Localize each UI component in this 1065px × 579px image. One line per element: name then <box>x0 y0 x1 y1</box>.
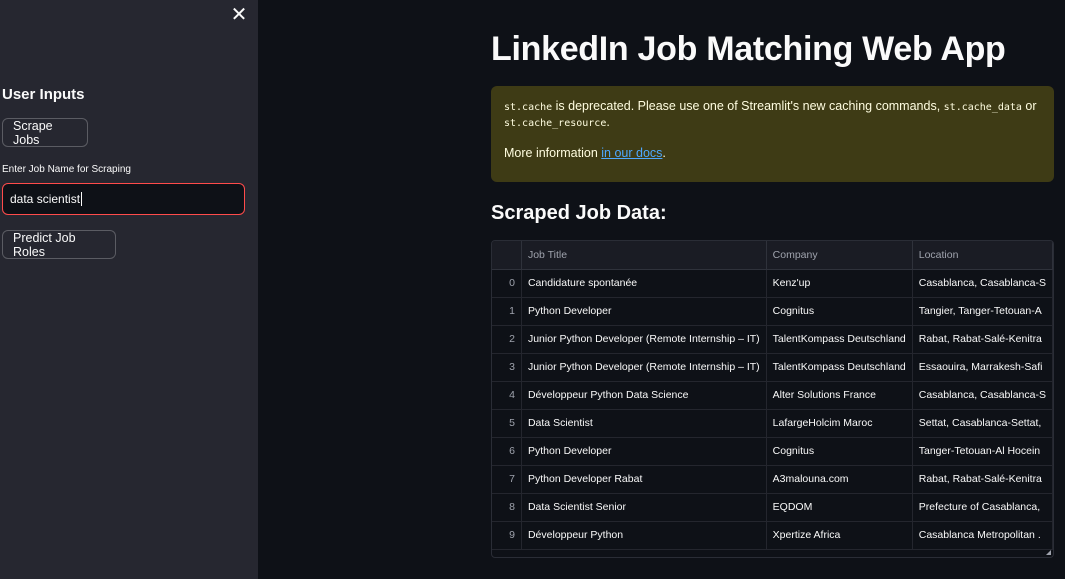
section-title: Scraped Job Data: <box>491 202 667 224</box>
row-index-cell[interactable]: 3 <box>492 353 522 382</box>
page-title: LinkedIn Job Matching Web App <box>491 30 1006 68</box>
company-cell[interactable]: LafargeHolcim Maroc <box>766 409 913 438</box>
job-title-cell[interactable]: Junior Python Developer (Remote Internsh… <box>521 353 767 382</box>
company-cell[interactable]: Cognitus <box>766 437 913 466</box>
job-title-cell[interactable]: Python Developer <box>521 437 767 466</box>
warning-text-or: or <box>1021 99 1037 113</box>
location-cell[interactable]: Casablanca, Casablanca-S <box>912 381 1053 410</box>
row-index-cell[interactable]: 8 <box>492 493 522 522</box>
job-title-cell[interactable]: Python Developer Rabat <box>521 465 767 494</box>
location-cell[interactable]: Prefecture of Casablanca, <box>912 493 1053 522</box>
row-index-cell[interactable]: 5 <box>492 409 522 438</box>
row-index-cell[interactable]: 4 <box>492 381 522 410</box>
warning-period: . <box>606 115 610 129</box>
job-title-cell[interactable]: Data Scientist Senior <box>521 493 767 522</box>
row-index-cell[interactable]: 2 <box>492 325 522 354</box>
sidebar-title: User Inputs <box>2 86 85 103</box>
predict-job-roles-button[interactable]: Predict Job Roles <box>2 230 116 259</box>
company-cell[interactable]: Cognitus <box>766 297 913 326</box>
scrape-jobs-button[interactable]: Scrape Jobs <box>2 118 88 147</box>
location-cell[interactable]: Casablanca, Casablanca-S <box>912 269 1053 298</box>
warning-code-cache-data: st.cache_data <box>943 102 1022 113</box>
column-header-job-title[interactable]: Job Title <box>521 241 767 270</box>
sidebar: ✕ User Inputs Scrape Jobs Enter Job Name… <box>0 0 258 579</box>
location-cell[interactable]: Settat, Casablanca-Settat, <box>912 409 1053 438</box>
warning-code-cache: st.cache <box>504 102 553 113</box>
resize-handle-icon[interactable] <box>1046 550 1051 555</box>
job-data-table[interactable]: Job Title Company Location 0 Candidature … <box>491 240 1054 558</box>
table-row[interactable]: 2 Junior Python Developer (Remote Interns… <box>492 325 1053 354</box>
table-row[interactable]: 1 Python Developer Cognitus Tangier, Tanger… <box>492 297 1053 326</box>
table-row[interactable]: 4 Développeur Python Data Science Alter So… <box>492 381 1053 410</box>
table-header-row: Job Title Company Location <box>492 241 1053 270</box>
company-cell[interactable]: TalentKompass Deutschland <box>766 353 913 382</box>
row-index-cell[interactable]: 1 <box>492 297 522 326</box>
table-row[interactable]: 0 Candidature spontanée Kenz'up Casablanca,… <box>492 269 1053 298</box>
warning-line-2: st.cache_resource. <box>504 115 1041 129</box>
company-cell[interactable]: EQDOM <box>766 493 913 522</box>
warning-text: is deprecated. Please use one of Streaml… <box>552 99 944 113</box>
job-table: Job Title Company Location 0 Candidature … <box>492 241 1053 550</box>
warning-more-info: More information in our docs. <box>504 146 1041 160</box>
text-caret <box>81 192 83 206</box>
job-name-input-value: data scientist <box>10 192 81 206</box>
company-cell[interactable]: TalentKompass Deutschland <box>766 325 913 354</box>
job-title-cell[interactable]: Data Scientist <box>521 409 767 438</box>
table-row[interactable]: 7 Python Developer Rabat A3malouna.com Raba… <box>492 465 1053 494</box>
job-name-input[interactable]: data scientist <box>2 183 245 215</box>
close-icon[interactable]: ✕ <box>229 5 249 25</box>
location-cell[interactable]: Tanger-Tetouan-Al Hocein <box>912 437 1053 466</box>
job-name-label: Enter Job Name for Scraping <box>2 164 131 175</box>
location-cell[interactable]: Rabat, Rabat-Salé-Kenitra <box>912 325 1053 354</box>
warning-code-cache-resource: st.cache_resource <box>504 118 607 129</box>
table-row[interactable]: 5 Data Scientist LafargeHolcim Maroc Settat… <box>492 409 1053 438</box>
company-cell[interactable]: A3malouna.com <box>766 465 913 494</box>
row-index-cell[interactable]: 6 <box>492 437 522 466</box>
row-index-cell[interactable]: 7 <box>492 465 522 494</box>
location-cell[interactable]: Tangier, Tanger-Tetouan-A <box>912 297 1053 326</box>
location-cell[interactable]: Essaouira, Marrakesh-Safi <box>912 353 1053 382</box>
job-title-cell[interactable]: Développeur Python Data Science <box>521 381 767 410</box>
more-info-period: . <box>662 146 666 160</box>
job-title-cell[interactable]: Candidature spontanée <box>521 269 767 298</box>
table-row[interactable]: 6 Python Developer Cognitus Tanger-Tetouan-… <box>492 437 1053 466</box>
job-title-cell[interactable]: Python Developer <box>521 297 767 326</box>
column-header-location[interactable]: Location <box>912 241 1053 270</box>
more-info-text: More information <box>504 146 602 160</box>
docs-link[interactable]: in our docs <box>601 146 662 160</box>
company-cell[interactable]: Xpertize Africa <box>766 521 913 550</box>
table-row[interactable]: 8 Data Scientist Senior EQDOM Prefecture of… <box>492 493 1053 522</box>
table-row[interactable]: 9 Développeur Python Xpertize Africa Casabl… <box>492 521 1053 550</box>
job-title-cell[interactable]: Développeur Python <box>521 521 767 550</box>
company-cell[interactable]: Kenz'up <box>766 269 913 298</box>
column-header-index[interactable] <box>492 241 522 270</box>
table-row[interactable]: 3 Junior Python Developer (Remote Interns… <box>492 353 1053 382</box>
job-title-cell[interactable]: Junior Python Developer (Remote Internsh… <box>521 325 767 354</box>
company-cell[interactable]: Alter Solutions France <box>766 381 913 410</box>
warning-line: st.cache is deprecated. Please use one o… <box>504 99 1041 113</box>
location-cell[interactable]: Rabat, Rabat-Salé-Kenitra <box>912 465 1053 494</box>
row-index-cell[interactable]: 9 <box>492 521 522 550</box>
row-index-cell[interactable]: 0 <box>492 269 522 298</box>
column-header-company[interactable]: Company <box>766 241 913 270</box>
location-cell[interactable]: Casablanca Metropolitan . <box>912 521 1053 550</box>
deprecation-warning: st.cache is deprecated. Please use one o… <box>491 86 1054 182</box>
